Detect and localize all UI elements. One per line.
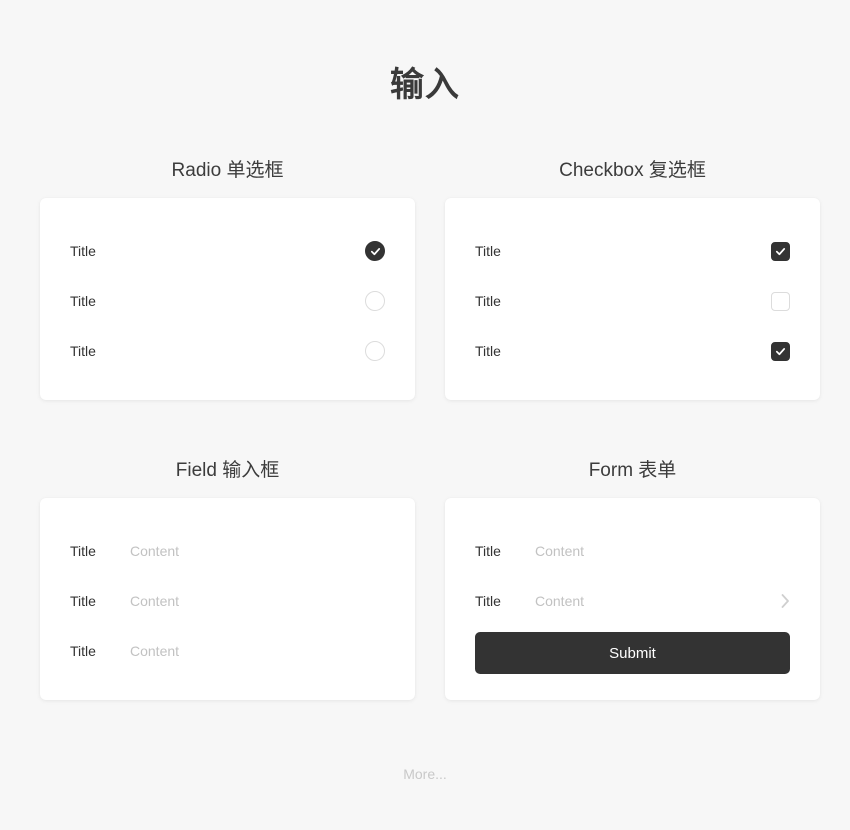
- field-input[interactable]: Content: [130, 543, 385, 559]
- field-input[interactable]: Content: [130, 593, 385, 609]
- section-header-radio: Radio 单选框: [171, 160, 284, 181]
- chevron-right-icon[interactable]: [781, 594, 790, 608]
- checkbox-checked-icon[interactable]: [771, 341, 790, 361]
- form-row-label: Title: [475, 593, 501, 609]
- field-row-label: Title: [70, 543, 96, 559]
- field-row-label: Title: [70, 643, 96, 659]
- field-input[interactable]: Content: [130, 643, 385, 659]
- field-row[interactable]: Title Content: [70, 636, 385, 666]
- page-title: 输入: [390, 66, 460, 104]
- checkbox-row[interactable]: Title: [475, 336, 790, 366]
- radio-card: Title Title Title: [40, 198, 415, 400]
- radio-checked-icon[interactable]: [365, 241, 385, 261]
- checkbox-row-label: Title: [475, 293, 501, 309]
- radio-row-label: Title: [70, 293, 96, 309]
- checkbox-row[interactable]: Title: [475, 236, 790, 266]
- checkbox-row-label: Title: [475, 243, 501, 259]
- radio-row[interactable]: Title: [70, 236, 385, 266]
- radio-control[interactable]: [365, 341, 385, 361]
- radio-control[interactable]: [365, 241, 385, 261]
- radio-unchecked-icon[interactable]: [365, 291, 385, 311]
- checkbox-unchecked-icon[interactable]: [771, 291, 790, 311]
- form-card: Title Content Title Content Submit: [445, 498, 820, 700]
- checkbox-row-label: Title: [475, 343, 501, 359]
- form-row[interactable]: Title Content: [475, 536, 790, 566]
- checkbox-control[interactable]: [771, 341, 790, 361]
- form-row-label: Title: [475, 543, 501, 559]
- checkbox-control[interactable]: [771, 241, 790, 261]
- more-link[interactable]: More...: [0, 766, 850, 782]
- radio-row-label: Title: [70, 243, 96, 259]
- radio-unchecked-icon[interactable]: [365, 341, 385, 361]
- checkbox-row[interactable]: Title: [475, 286, 790, 316]
- submit-button[interactable]: Submit: [475, 632, 790, 674]
- checkbox-checked-icon[interactable]: [771, 241, 790, 261]
- radio-control[interactable]: [365, 291, 385, 311]
- field-row[interactable]: Title Content: [70, 536, 385, 566]
- checkbox-card: Title Title Title: [445, 198, 820, 400]
- field-row-label: Title: [70, 593, 96, 609]
- radio-row-label: Title: [70, 343, 96, 359]
- form-row[interactable]: Title Content: [475, 586, 790, 616]
- section-header-checkbox: Checkbox 复选框: [559, 160, 706, 181]
- input-components-page: 输入 Radio 单选框 Title Title Title Checkbox …: [0, 0, 850, 830]
- section-header-form: Form 表单: [588, 460, 677, 481]
- section-header-field: Field 输入框: [175, 460, 280, 481]
- radio-row[interactable]: Title: [70, 336, 385, 366]
- radio-row[interactable]: Title: [70, 286, 385, 316]
- form-input[interactable]: Content: [535, 593, 781, 609]
- form-input[interactable]: Content: [535, 543, 790, 559]
- field-row[interactable]: Title Content: [70, 586, 385, 616]
- field-card: Title Content Title Content Title Conten…: [40, 498, 415, 700]
- checkbox-control[interactable]: [771, 291, 790, 311]
